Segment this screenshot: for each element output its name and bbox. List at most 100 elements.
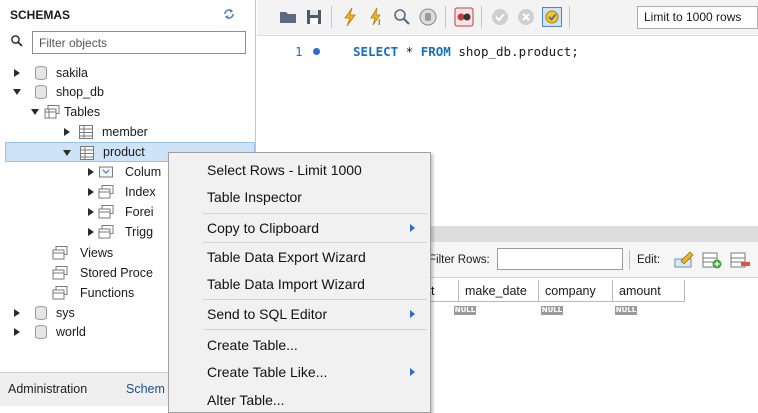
tree-label: Trigg (125, 225, 154, 239)
menu-item-create-table[interactable]: Create Table... (169, 331, 430, 359)
commit-check-icon[interactable] (489, 6, 511, 28)
columns-icon (99, 166, 113, 178)
indexes-folder-icon (98, 185, 114, 199)
filter-rows-input[interactable] (497, 248, 623, 270)
collapse-arrow-icon[interactable] (62, 148, 72, 158)
save-icon[interactable] (303, 6, 325, 28)
menu-item-copy-to-clipboard[interactable]: Copy to Clipboard (169, 214, 430, 242)
tree-item-member[interactable]: member (0, 122, 256, 142)
toolbar-separator (569, 6, 570, 28)
filter-rows-label: Filter Rows: (429, 254, 490, 266)
functions-folder-icon (52, 286, 68, 300)
expand-arrow-icon[interactable] (12, 308, 22, 318)
tree-label: Stored Proce (80, 266, 153, 280)
menu-item-data-import-wizard[interactable]: Table Data Import Wizard (169, 270, 430, 298)
database-icon (35, 306, 47, 320)
table-icon (80, 146, 94, 160)
foreign-keys-folder-icon (98, 205, 114, 219)
explain-magnifier-icon[interactable] (391, 6, 413, 28)
edit-row-icon[interactable] (673, 249, 695, 271)
column-header[interactable]: make_date (459, 280, 539, 302)
svg-text:I: I (378, 18, 380, 27)
database-icon (35, 85, 47, 99)
refresh-icon[interactable] (222, 8, 236, 20)
tree-item-shop-db[interactable]: shop_db (0, 82, 256, 102)
expand-arrow-icon[interactable] (62, 127, 72, 137)
menu-item-select-rows[interactable]: Select Rows - Limit 1000 (169, 156, 430, 184)
database-icon (35, 325, 47, 339)
triggers-folder-icon (98, 225, 114, 239)
menu-item-table-inspector[interactable]: Table Inspector (169, 183, 430, 211)
delete-row-icon[interactable] (729, 249, 751, 271)
execute-statement-icon[interactable]: I (365, 6, 387, 28)
menu-item-send-to-sql-editor[interactable]: Send to SQL Editor (169, 300, 430, 328)
toolbar-separator (481, 6, 482, 28)
navigator-header: SCHEMAS (0, 0, 256, 28)
menu-item-create-table-like[interactable]: Create Table Like... (169, 358, 430, 386)
tree-label: product (103, 145, 145, 159)
tree-label: Tables (64, 105, 101, 119)
null-badge[interactable]: NULL (615, 306, 637, 315)
insert-row-icon[interactable] (701, 249, 723, 271)
submenu-arrow-icon (410, 224, 415, 232)
menu-item-data-export-wizard[interactable]: Table Data Export Wizard (169, 243, 430, 271)
filter-box (10, 31, 246, 54)
collapse-arrow-icon[interactable] (12, 87, 22, 97)
tree-label: Index (125, 185, 156, 199)
sql-keyword: FROM (420, 44, 451, 59)
expand-arrow-icon[interactable] (12, 68, 22, 78)
search-icon (11, 35, 23, 47)
submenu-arrow-icon (410, 368, 415, 376)
menu-item-label: Send to SQL Editor (207, 306, 328, 322)
menu-separator (203, 329, 427, 330)
menu-item-label: Copy to Clipboard (207, 220, 320, 236)
expand-arrow-icon[interactable] (86, 187, 96, 197)
null-badge[interactable]: NULL (454, 306, 476, 315)
column-header[interactable]: amount (613, 280, 685, 302)
tab-administration[interactable]: Administration (8, 382, 87, 396)
toolbar-separator (445, 6, 446, 28)
execute-lightning-icon[interactable] (339, 6, 361, 28)
submenu-arrow-icon (410, 310, 415, 318)
tree-label: member (102, 125, 148, 139)
collapse-arrow-icon[interactable] (30, 107, 40, 117)
tree-label: sys (56, 306, 75, 320)
context-menu: Select Rows - Limit 1000 Table Inspector… (168, 152, 431, 413)
tab-schemas[interactable]: Schem (126, 382, 165, 396)
sql-text: shop_db.product; (450, 44, 579, 59)
sql-keyword: SELECT (353, 44, 399, 59)
limit-rows-select[interactable]: Limit to 1000 rows (637, 6, 758, 29)
line-number: 1 (295, 44, 303, 59)
tree-label: Views (80, 246, 114, 260)
expand-arrow-icon[interactable] (12, 327, 22, 337)
sql-statement[interactable]: SELECT * FROM shop_db.product; (353, 44, 579, 59)
table-icon (79, 125, 93, 139)
toolbar-separator (331, 6, 332, 28)
menu-item-alter-table[interactable]: Alter Table... (169, 386, 430, 413)
database-icon (35, 66, 47, 80)
tables-folder-icon (44, 105, 60, 119)
tree-label: Functions (80, 286, 135, 300)
statement-marker-icon (313, 48, 320, 55)
filter-objects-input[interactable] (32, 31, 246, 54)
editor-toolbar: I Limit to 1000 rows (257, 0, 758, 36)
views-folder-icon (52, 246, 68, 260)
tree-label: Forei (125, 205, 154, 219)
menu-item-label: Create Table Like... (207, 364, 328, 380)
expand-arrow-icon[interactable] (86, 227, 96, 237)
column-header[interactable]: company (539, 280, 613, 302)
procedures-folder-icon (52, 266, 68, 280)
tree-item-sakila[interactable]: sakila (0, 63, 256, 83)
stop-hand-icon[interactable] (417, 6, 439, 28)
tree-label: Colum (125, 165, 162, 179)
toggle-output-icon[interactable] (453, 6, 475, 28)
tree-item-tables[interactable]: Tables (0, 102, 256, 122)
rollback-cancel-icon[interactable] (515, 6, 537, 28)
open-folder-icon[interactable] (277, 6, 299, 28)
null-badge[interactable]: NULL (541, 306, 563, 315)
tree-label: sakila (56, 66, 88, 80)
auto-commit-toggle-icon[interactable] (541, 6, 563, 28)
expand-arrow-icon[interactable] (86, 167, 96, 177)
tree-label: world (56, 325, 86, 339)
expand-arrow-icon[interactable] (86, 207, 96, 217)
